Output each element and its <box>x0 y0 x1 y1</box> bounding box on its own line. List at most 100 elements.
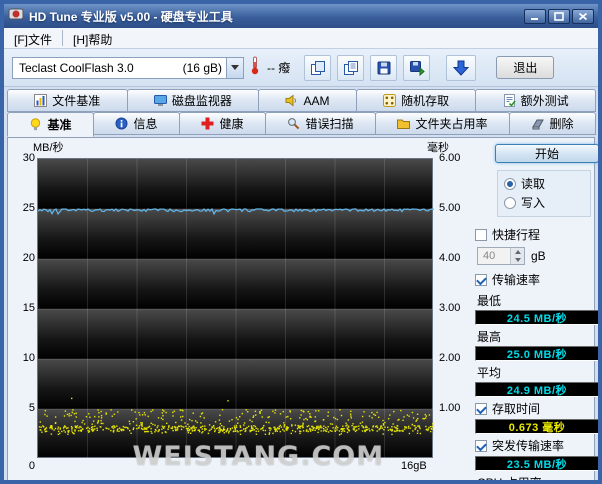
exit-button[interactable]: 退出 <box>496 56 555 79</box>
tab-random-access[interactable]: 随机存取 <box>355 89 477 112</box>
copy-text-button[interactable] <box>337 54 365 81</box>
app-icon <box>8 6 24 27</box>
max-speed-value: 25.0 MB/秒 <box>475 346 598 361</box>
tab-extra-tests[interactable]: 额外测试 <box>475 89 596 112</box>
start-button[interactable]: 开始 <box>495 144 598 163</box>
temperature-icon <box>250 56 261 80</box>
file-benchmark-icon <box>34 94 48 107</box>
burst-rate-value: 23.5 MB/秒 <box>475 456 598 471</box>
export-icon <box>409 60 425 76</box>
minimize-button[interactable] <box>524 8 546 24</box>
right-tick: 2.00 <box>439 352 461 364</box>
save-icon <box>377 61 391 74</box>
max-label: 最高 <box>477 330 502 344</box>
magnifier-icon <box>288 118 300 130</box>
right-tick: 4.00 <box>439 252 461 264</box>
control-panel: 开始 读取 写入 快捷行程 40 gB 传输速率 最低 24.5 MB/秒 最高… <box>469 142 598 480</box>
folder-icon <box>397 119 411 129</box>
bulb-icon <box>31 118 41 131</box>
tab-disk-monitor[interactable]: 磁盘监视器 <box>126 89 260 112</box>
temperature-value: -- 癈 <box>267 61 291 75</box>
menu-file[interactable]: [F]文件 <box>4 28 62 48</box>
left-tick: 5 <box>28 402 35 414</box>
health-cross-icon <box>201 117 214 130</box>
left-tick: 10 <box>22 352 35 364</box>
speaker-icon <box>285 94 297 107</box>
left-tick: 30 <box>22 152 35 164</box>
radio-dot <box>504 177 516 190</box>
burst-rate-checkbox[interactable]: 突发传输速率 <box>475 437 598 454</box>
hdtune-window: HD Tune 专业版 v5.00 - 硬盘专业工具 [F]文件 [H]帮助 T… <box>0 0 602 484</box>
update-button[interactable] <box>446 54 477 81</box>
copy-screenshot-icon <box>310 60 325 75</box>
short-stroke-size-row: 40 gB <box>477 247 598 265</box>
drive-selector[interactable]: Teclast CoolFlash 3.0 (16 gB) <box>12 56 244 79</box>
cpu-usage-label: CPU 占用率 <box>477 476 542 484</box>
maximize-button[interactable] <box>548 8 570 24</box>
tab-aam[interactable]: AAM <box>258 89 357 112</box>
copy-text-icon <box>343 60 358 75</box>
mode-group: 读取 写入 <box>497 170 591 217</box>
eraser-icon <box>532 119 545 130</box>
checkbox-box <box>475 273 487 286</box>
tabs-bottom-row: 基准 信息 健康 错误扫描 文件夹占用率 删除 <box>4 112 598 137</box>
checkbox-box <box>475 228 487 241</box>
right-tick: 5.00 <box>439 202 461 214</box>
export-button[interactable] <box>403 54 431 81</box>
tab-benchmark[interactable]: 基准 <box>7 112 94 137</box>
chart-canvas <box>38 159 434 459</box>
access-time-checkbox[interactable]: 存取时间 <box>475 400 598 417</box>
checkbox-box <box>475 402 487 415</box>
write-radio[interactable]: 写入 <box>504 194 584 211</box>
tab-folder-usage[interactable]: 文件夹占用率 <box>375 112 510 135</box>
x-end-label: 16gB <box>401 460 427 472</box>
read-radio[interactable]: 读取 <box>504 175 584 192</box>
chart-plot-area <box>37 158 434 459</box>
right-tick: 1.00 <box>439 402 461 414</box>
tab-info[interactable]: 信息 <box>93 112 180 135</box>
copy-screenshot-button[interactable] <box>304 54 332 81</box>
checklist-icon <box>503 94 516 107</box>
spin-up-icon <box>511 248 524 256</box>
spin-down-icon <box>511 256 524 264</box>
right-tick: 6.00 <box>439 152 461 164</box>
drive-selector-arrow[interactable] <box>226 57 243 78</box>
download-arrow-icon <box>453 60 470 76</box>
left-tick: 15 <box>22 302 35 314</box>
avg-speed-value: 24.9 MB/秒 <box>475 382 598 397</box>
transfer-rate-checkbox[interactable]: 传输速率 <box>475 271 598 288</box>
radio-dot <box>504 196 516 209</box>
left-tick: 20 <box>22 252 35 264</box>
save-button[interactable] <box>370 54 398 81</box>
short-stroke-size-input[interactable]: 40 <box>477 247 525 265</box>
right-tick: 3.00 <box>439 302 461 314</box>
benchmark-chart: MB/秒 毫秒 30 25 20 15 10 5 0 6.00 5.00 4.0… <box>11 142 469 476</box>
avg-label: 平均 <box>477 366 502 380</box>
tab-health[interactable]: 健康 <box>179 112 266 135</box>
menu-help[interactable]: [H]帮助 <box>63 28 122 48</box>
short-stroke-size-value: 40 <box>483 250 496 262</box>
toolbar: Teclast CoolFlash 3.0 (16 gB) -- 癈 退出 <box>4 49 598 87</box>
titlebar: HD Tune 专业版 v5.00 - 硬盘专业工具 <box>4 4 598 28</box>
short-stroke-checkbox[interactable]: 快捷行程 <box>475 226 598 243</box>
access-time-value: 0.673 毫秒 <box>475 419 598 434</box>
min-label: 最低 <box>477 294 502 308</box>
tab-file-benchmark[interactable]: 文件基准 <box>7 89 128 112</box>
menubar: [F]文件 [H]帮助 <box>4 28 598 49</box>
tabs-top-row: 文件基准 磁盘监视器 AAM 随机存取 额外测试 <box>4 87 598 112</box>
disk-monitor-icon <box>153 95 167 106</box>
short-stroke-unit: gB <box>531 249 546 263</box>
x-origin-label: 0 <box>28 460 35 472</box>
left-tick: 25 <box>22 202 35 214</box>
close-button[interactable] <box>572 8 594 24</box>
tab-erase[interactable]: 删除 <box>509 112 596 135</box>
info-icon <box>115 117 128 130</box>
drive-name: Teclast CoolFlash 3.0 <box>19 60 134 75</box>
left-axis-title: MB/秒 <box>33 142 64 154</box>
drive-capacity: (16 gB) <box>182 60 222 75</box>
spinner-buttons[interactable] <box>510 248 524 264</box>
dice-icon <box>383 94 397 107</box>
min-speed-value: 24.5 MB/秒 <box>475 310 598 325</box>
checkbox-box <box>475 439 487 452</box>
tab-error-scan[interactable]: 错误扫描 <box>265 112 376 135</box>
